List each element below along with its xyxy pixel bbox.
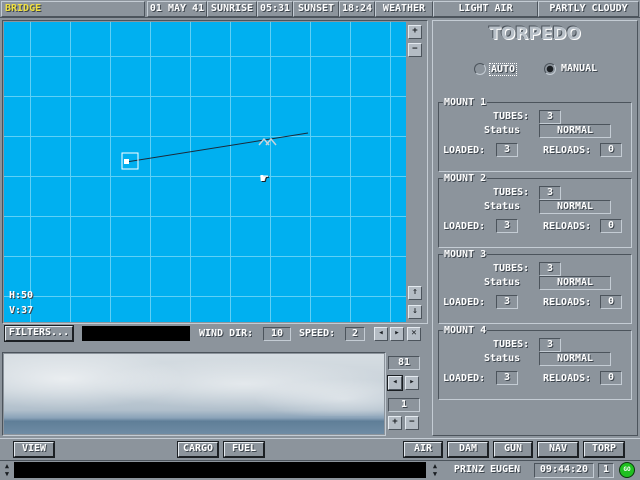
weather-label: WEATHER [375,1,433,17]
torp-button[interactable]: TORP [583,441,625,458]
tubes-label: TUBES: [493,111,530,122]
camera-bearing-value: 81 [388,356,420,370]
camera-zoom-minus-button[interactable]: − [405,416,419,430]
gun-button[interactable]: GUN [493,441,533,458]
ship-icon [124,159,129,164]
map-zoom-out-button[interactable]: − [408,43,422,57]
arrow-right-icon[interactable]: ▸ [390,327,404,341]
auto-radio[interactable] [474,63,486,75]
reloads-label: RELOADS: [543,297,592,308]
ship-name: PRINZ EUGEN [453,464,521,475]
go-button[interactable]: GO [619,462,635,478]
status-label: Status [484,201,521,212]
filters-button[interactable]: FILTERS... [4,325,74,342]
nav-button[interactable]: NAV [537,441,579,458]
message-scroll-icon[interactable]: ▲ ▼ [2,462,12,478]
manual-radio[interactable] [544,63,556,75]
loaded-label: LOADED: [443,221,486,232]
air-button[interactable]: AIR [403,441,443,458]
tubes-label: TUBES: [493,187,530,198]
mount-1-reloads: 0 [600,143,622,157]
reloads-label: RELOADS: [543,221,592,232]
mount-3-reloads: 0 [600,295,622,309]
reloads-label: RELOADS: [543,373,592,384]
mount-2-status: NORMAL [539,200,611,214]
air-condition: LIGHT AIR [433,1,538,17]
message-line [14,462,426,478]
date-display: 01 MAY 41 [147,1,207,17]
mount-1-status: NORMAL [539,124,611,138]
mount-3-loaded: 3 [496,295,518,309]
mount-3-status: NORMAL [539,276,611,290]
dam-button[interactable]: DAM [447,441,489,458]
reloads-label: RELOADS: [543,145,592,156]
arrow-left-icon[interactable]: ◂ [374,327,388,341]
view-button[interactable]: VIEW [13,441,55,458]
mount-1-tubes: 3 [539,110,561,124]
sunrise-label: SUNRISE [207,1,257,17]
wind-dir-label: WIND DIR: [199,328,254,339]
cloud-layer [4,354,384,416]
mount-2-reloads: 0 [600,219,622,233]
loaded-label: LOADED: [443,297,486,308]
map-zoom-in-button[interactable]: + [408,25,422,39]
v-readout: V:37 [9,305,34,316]
mount-title: MOUNT 2 [443,173,488,184]
ship-select-scroll-icon[interactable]: ▲ ▼ [430,462,440,478]
status-label: Status [484,125,521,136]
location-label: BRIDGE [1,1,145,17]
tactical-map[interactable]: ☛ H:50 V:37 [4,22,406,322]
panel-title: TORPEDO [489,24,581,44]
camera-zoom-plus-button[interactable]: + [388,416,402,430]
mount-title: MOUNT 3 [443,249,488,260]
sky-condition: PARTLY CLOUDY [538,1,639,17]
status-label: Status [484,277,521,288]
map-scroll-up-button[interactable]: ⇑ [408,286,422,300]
mount-4-tubes: 3 [539,338,561,352]
loaded-label: LOADED: [443,373,486,384]
tubes-label: TUBES: [493,339,530,350]
camera-zoom-value: 1 [388,398,420,412]
mount-4-loaded: 3 [496,371,518,385]
speed-label: SPEED: [299,328,336,339]
top-info-bar: BRIDGE 01 MAY 41 SUNRISE 05:31 SUNSET 18… [0,0,640,18]
loaded-label: LOADED: [443,145,486,156]
close-icon[interactable]: ✕ [407,327,421,341]
mount-title: MOUNT 4 [443,325,488,336]
manual-label: MANUAL [561,63,598,74]
mount-1-loaded: 3 [496,143,518,157]
map-grid [4,22,406,322]
pointer-hand-icon: ☛ [260,171,269,187]
camera-right-icon[interactable]: ▸ [405,376,419,390]
status-label: Status [484,353,521,364]
auto-label[interactable]: AUTO [489,63,518,76]
mount-2-tubes: 3 [539,186,561,200]
ship-track-line [125,132,309,163]
tubes-label: TUBES: [493,263,530,274]
sunset-time: 18:24 [339,1,375,17]
camera-view[interactable] [4,354,384,434]
mount-4-status: NORMAL [539,352,611,366]
mount-title: MOUNT 1 [443,97,488,108]
game-time: 09:44:20 [534,463,594,478]
sunrise-time: 05:31 [257,1,293,17]
fuel-button[interactable]: FUEL [223,441,265,458]
message-box [82,326,190,341]
mount-2-loaded: 3 [496,219,518,233]
cargo-button[interactable]: CARGO [177,441,219,458]
mount-3-tubes: 3 [539,262,561,276]
time-compression: 1 [598,463,614,478]
mount-4-reloads: 0 [600,371,622,385]
map-scroll-down-button[interactable]: ⇓ [408,305,422,319]
h-readout: H:50 [9,290,34,301]
camera-left-icon[interactable]: ◂ [387,375,403,391]
wind-dir-value: 10 [263,327,291,341]
sunset-label: SUNSET [293,1,339,17]
speed-value: 2 [345,327,365,341]
